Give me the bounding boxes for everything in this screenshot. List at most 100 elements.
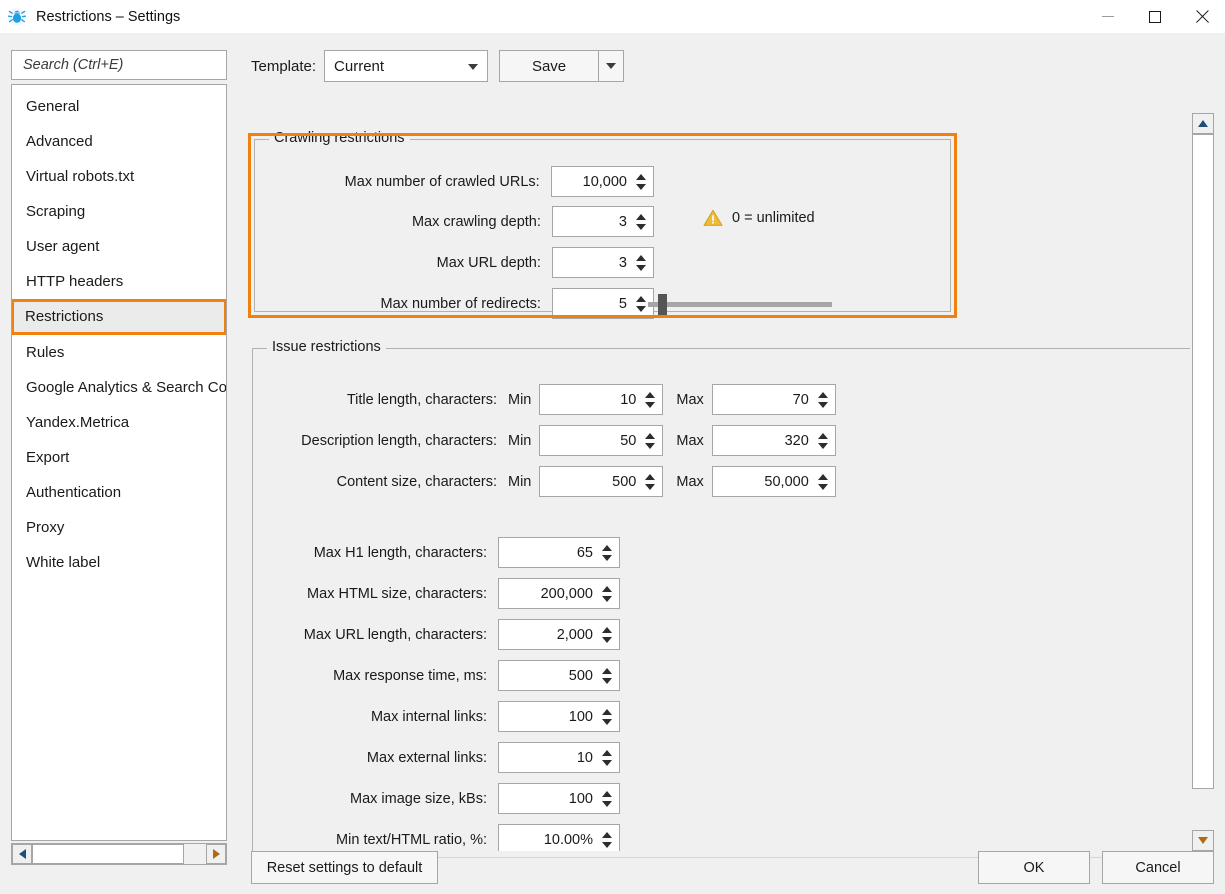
stepper-buttons[interactable]: [599, 784, 619, 813]
sidebar-item-proxy[interactable]: Proxy: [12, 510, 226, 545]
stepper-buttons[interactable]: [633, 207, 653, 236]
stepper-down-icon[interactable]: [602, 554, 612, 561]
stepper-up-icon[interactable]: [602, 749, 612, 756]
stepper-down-icon[interactable]: [636, 223, 646, 230]
stepper-down-icon[interactable]: [817, 483, 828, 490]
sidebar-item-virtual-robots-txt[interactable]: Virtual robots.txt: [12, 159, 226, 194]
stepper-buttons[interactable]: [599, 743, 619, 772]
max-url-length-stepper[interactable]: 2,000: [498, 619, 620, 650]
stepper-down-icon[interactable]: [645, 401, 656, 408]
stepper-buttons[interactable]: [599, 620, 619, 649]
template-select[interactable]: Current: [324, 50, 489, 82]
stepper-up-icon[interactable]: [645, 432, 656, 439]
sidebar-item-general[interactable]: General: [12, 89, 226, 124]
save-split-button[interactable]: Save: [499, 50, 625, 82]
content-size-min-stepper[interactable]: 500: [539, 466, 664, 497]
min-text-html-ratio-stepper[interactable]: 10.00%: [498, 824, 620, 851]
max-redirects-slider[interactable]: [648, 294, 838, 315]
stepper-buttons[interactable]: [599, 702, 619, 731]
sidebar-horizontal-scrollbar[interactable]: [11, 843, 227, 865]
stepper-buttons[interactable]: [633, 167, 653, 196]
stepper-down-icon[interactable]: [817, 401, 828, 408]
stepper-down-icon[interactable]: [602, 759, 612, 766]
max-external-links-stepper[interactable]: 10: [498, 742, 620, 773]
sidebar-item-scraping[interactable]: Scraping: [12, 194, 226, 229]
stepper-up-icon[interactable]: [602, 790, 612, 797]
stepper-up-icon[interactable]: [602, 544, 612, 551]
scrollbar-track[interactable]: [32, 844, 206, 864]
description-length-min-stepper[interactable]: 50: [539, 425, 664, 456]
stepper-down-icon[interactable]: [636, 264, 646, 271]
stepper-up-icon[interactable]: [817, 432, 828, 439]
stepper-up-icon[interactable]: [602, 831, 612, 838]
stepper-buttons[interactable]: [633, 248, 653, 277]
settings-nav-list[interactable]: General Advanced Virtual robots.txt Scra…: [11, 84, 227, 841]
stepper-up-icon[interactable]: [636, 213, 646, 220]
minimize-button[interactable]: [1084, 0, 1131, 33]
close-button[interactable]: [1178, 0, 1225, 33]
stepper-up-icon[interactable]: [636, 173, 646, 180]
max-response-time-stepper[interactable]: 500: [498, 660, 620, 691]
stepper-up-icon[interactable]: [636, 295, 646, 302]
search-box[interactable]: [11, 50, 227, 80]
stepper-up-icon[interactable]: [645, 473, 656, 480]
stepper-up-icon[interactable]: [602, 626, 612, 633]
stepper-buttons[interactable]: [815, 467, 835, 496]
description-length-max-stepper[interactable]: 320: [711, 425, 836, 456]
title-length-min-stepper[interactable]: 10: [539, 384, 664, 415]
scroll-down-button[interactable]: [1192, 830, 1214, 851]
sidebar-item-rules[interactable]: Rules: [12, 335, 226, 370]
max-crawled-urls-stepper[interactable]: 10,000: [550, 166, 654, 197]
stepper-down-icon[interactable]: [602, 595, 612, 602]
stepper-down-icon[interactable]: [817, 442, 828, 449]
reset-settings-button[interactable]: Reset settings to default: [251, 851, 438, 884]
max-image-size-stepper[interactable]: 100: [498, 783, 620, 814]
stepper-buttons[interactable]: [642, 385, 662, 414]
save-dropdown-button[interactable]: [599, 50, 625, 82]
sidebar-item-white-label[interactable]: White label: [12, 545, 226, 580]
scroll-up-button[interactable]: [1192, 113, 1214, 134]
sidebar-item-restrictions[interactable]: Restrictions: [12, 299, 226, 335]
max-internal-links-stepper[interactable]: 100: [498, 701, 620, 732]
sidebar-item-authentication[interactable]: Authentication: [12, 475, 226, 510]
stepper-up-icon[interactable]: [817, 391, 828, 398]
scroll-left-button[interactable]: [12, 844, 32, 864]
stepper-up-icon[interactable]: [602, 585, 612, 592]
stepper-buttons[interactable]: [642, 426, 662, 455]
settings-vertical-scrollbar[interactable]: [1192, 113, 1214, 851]
stepper-up-icon[interactable]: [602, 667, 612, 674]
scroll-right-button[interactable]: [206, 844, 226, 864]
slider-thumb[interactable]: [658, 294, 667, 315]
stepper-up-icon[interactable]: [602, 708, 612, 715]
search-input[interactable]: [21, 56, 226, 74]
cancel-button[interactable]: Cancel: [1102, 851, 1214, 884]
sidebar-item-yandex-metrica[interactable]: Yandex.Metrica: [12, 405, 226, 440]
sidebar-item-export[interactable]: Export: [12, 440, 226, 475]
stepper-buttons[interactable]: [642, 467, 662, 496]
stepper-buttons[interactable]: [599, 538, 619, 567]
title-length-max-stepper[interactable]: 70: [711, 384, 836, 415]
scrollbar-thumb[interactable]: [32, 844, 184, 864]
stepper-down-icon[interactable]: [602, 841, 612, 848]
content-size-max-stepper[interactable]: 50,000: [711, 466, 836, 497]
max-html-size-stepper[interactable]: 200,000: [498, 578, 620, 609]
stepper-down-icon[interactable]: [636, 305, 646, 312]
max-url-depth-stepper[interactable]: 3: [551, 247, 654, 278]
max-h1-length-stepper[interactable]: 65: [498, 537, 620, 568]
stepper-buttons[interactable]: [599, 661, 619, 690]
save-button[interactable]: Save: [499, 50, 600, 82]
max-crawling-depth-stepper[interactable]: 3: [551, 206, 654, 237]
stepper-down-icon[interactable]: [645, 442, 656, 449]
sidebar-item-google-analytics[interactable]: Google Analytics & Search Co: [12, 370, 226, 405]
sidebar-item-http-headers[interactable]: HTTP headers: [12, 264, 226, 299]
stepper-down-icon[interactable]: [602, 800, 612, 807]
slider-track[interactable]: [648, 302, 832, 307]
sidebar-item-advanced[interactable]: Advanced: [12, 124, 226, 159]
stepper-down-icon[interactable]: [636, 183, 646, 190]
maximize-button[interactable]: [1131, 0, 1178, 33]
stepper-down-icon[interactable]: [602, 718, 612, 725]
max-redirects-stepper[interactable]: 5: [551, 288, 654, 319]
stepper-buttons[interactable]: [599, 825, 619, 851]
scrollbar-thumb[interactable]: [1192, 134, 1214, 789]
sidebar-item-user-agent[interactable]: User agent: [12, 229, 226, 264]
